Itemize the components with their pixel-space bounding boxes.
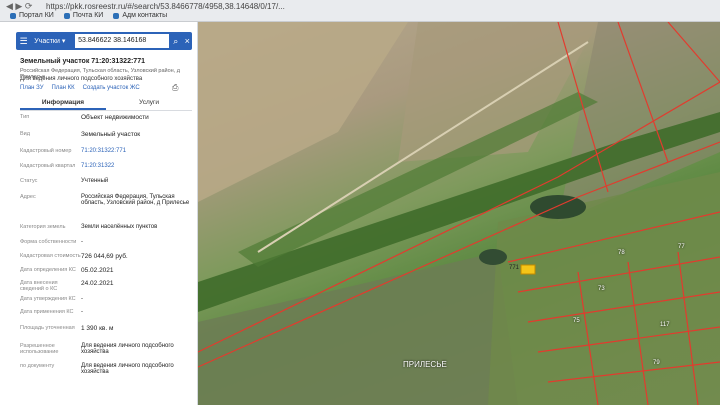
attributes-list: Тип Объект недвижимости Вид Земельный учас… (20, 114, 192, 383)
object-purpose: Для ведения личного подсобного хозяйства (20, 76, 143, 82)
list-item: Категория земель Земли населённых пунктов (20, 224, 158, 230)
bookmark-icon (113, 12, 120, 19)
action-links: План ЗУ План КК Создать участок ЖС ⎙ (20, 83, 178, 92)
list-item: Дата утверждения КС - (20, 296, 83, 302)
back-forward-icons[interactable]: ◀ ▶ ⟳ (6, 1, 32, 12)
parcel-label: 78 (618, 250, 625, 256)
list-item: Форма собственности - (20, 239, 83, 245)
list-item: Тип Объект недвижимости (20, 114, 149, 121)
list-item: Адрес Российская Федерация, Тульская обла… (20, 194, 190, 206)
close-icon[interactable]: × (182, 36, 192, 46)
list-item: Кадастровая стоимость 726 044,69 руб. (20, 253, 128, 260)
list-item: Кадастровый номер 71:20:31322:771 (20, 148, 127, 154)
list-item: Кадастровый квартал 71:20:31322 (20, 163, 115, 169)
bookmark-item[interactable]: Адм контакты (113, 12, 167, 19)
category-select[interactable]: Участки ▾ (31, 37, 75, 46)
print-icon[interactable]: ⎙ (172, 83, 178, 93)
parcel-label: 79 (653, 360, 660, 366)
link-plan-zu[interactable]: План ЗУ (20, 85, 44, 91)
menu-icon[interactable]: ☰ (16, 36, 31, 47)
village-label: ПРИЛЕСЬЕ (403, 360, 447, 369)
list-item: Площадь уточненная 1 390 кв. м (20, 325, 114, 332)
parcel-label: 117 (660, 322, 670, 328)
search-icon[interactable]: ⌕ (169, 36, 182, 47)
search-bar: ☰ Участки▾ ⌕ × (16, 32, 192, 50)
list-item: Вид Земельный участок (20, 131, 141, 138)
parcel-label: 77 (678, 244, 685, 250)
selected-parcel[interactable] (520, 264, 536, 275)
info-panel: ☰ Участки▾ ⌕ × Земельный участок 71:20:3… (0, 22, 198, 405)
tab-services[interactable]: Услуги (106, 97, 192, 110)
browser-toolbar: ◀ ▶ ⟳ https://pkk.rosreestr.ru/#/search/… (0, 0, 720, 22)
list-item: Дата определения КС 05.02.2021 (20, 267, 114, 274)
list-item: по документу Для ведения личного подсобно… (20, 363, 174, 375)
search-input[interactable] (75, 34, 170, 48)
list-item: Статус Учтенный (20, 178, 109, 184)
parcel-label: 73 (598, 286, 605, 292)
list-item: Дата внесения сведений о КС 24.02.2021 (20, 280, 114, 292)
parcel-label: 75 (573, 318, 580, 324)
satellite-map[interactable]: ПРИЛЕСЬЕ 771 73 75 117 79 77 78 (198, 22, 720, 405)
bookmarks-bar: Портал КИ Почта КИ Адм контакты (10, 12, 167, 19)
panel-tabs: Информация Услуги (20, 97, 192, 111)
object-title: Земельный участок 71:20:31322:771 (20, 58, 145, 65)
link-create-parcel[interactable]: Создать участок ЖС (83, 85, 140, 91)
parcel-label: 771 (509, 265, 520, 271)
address-bar[interactable]: https://pkk.rosreestr.ru/#/search/53.846… (46, 2, 566, 11)
bookmark-icon (63, 12, 70, 19)
list-item: Дата применения КС - (20, 309, 83, 315)
bookmark-item[interactable]: Портал КИ (10, 12, 54, 19)
map-overlay (198, 22, 720, 405)
bookmark-item[interactable]: Почта КИ (63, 12, 103, 19)
bookmark-icon (10, 12, 16, 19)
chevron-down-icon: ▾ (61, 38, 66, 45)
tab-information[interactable]: Информация (20, 97, 106, 110)
list-item: Разрешенное использование Для ведения лич… (20, 343, 174, 355)
link-plan-kk[interactable]: План КК (52, 85, 75, 91)
